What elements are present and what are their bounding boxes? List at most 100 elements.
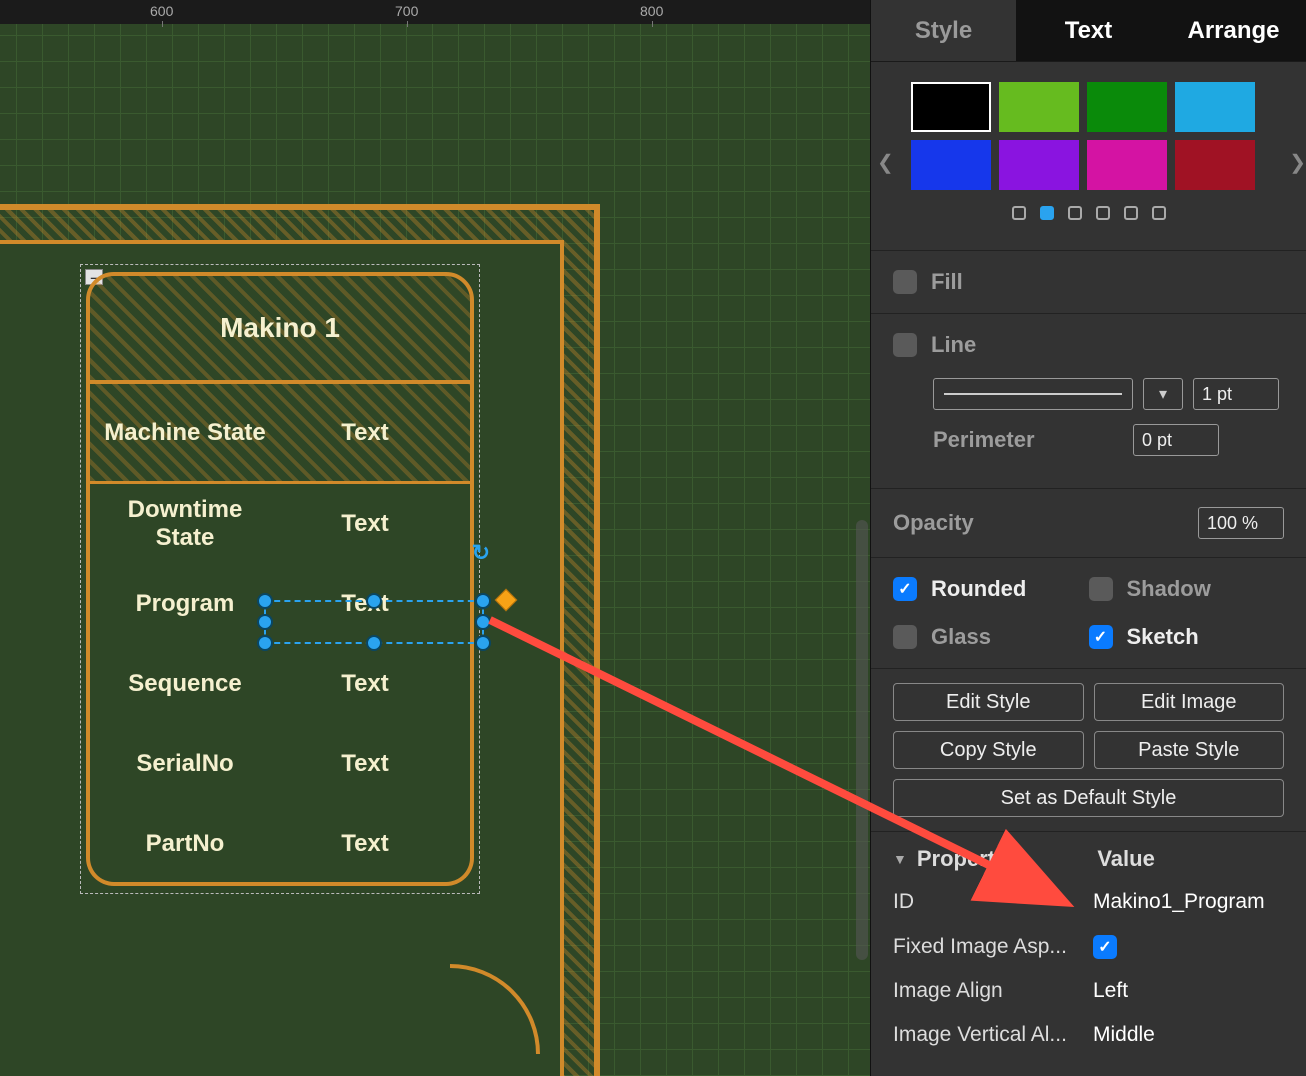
chevron-left-icon[interactable]: ❮ [877,150,894,175]
fill-checkbox[interactable] [893,270,917,294]
prop-value[interactable]: Left [1093,979,1284,1003]
row-partno[interactable]: PartNo Text [90,804,470,884]
ruler-tick: 600 [150,3,173,19]
resize-handle[interactable] [257,593,273,609]
rotate-icon[interactable]: ↻ [472,540,490,566]
default-style-button[interactable]: Set as Default Style [893,779,1284,817]
perimeter-field[interactable]: 0 pt [1133,424,1219,456]
shadow-checkbox[interactable] [1089,577,1113,601]
rounded-label: Rounded [931,576,1026,602]
property-section: ▼ Property Value ID Makino1_Program Fixe… [871,831,1306,1047]
color-swatch[interactable] [999,82,1079,132]
row-serialno[interactable]: SerialNo Text [90,724,470,804]
pager-dot[interactable] [1040,206,1054,220]
row-value[interactable]: Text [270,419,460,447]
pager-dot[interactable] [1068,206,1082,220]
paste-style-button[interactable]: Paste Style [1094,731,1285,769]
prop-value[interactable]: Makino1_Program [1093,890,1284,914]
pager-dot[interactable] [1152,206,1166,220]
line-width-field[interactable]: 1 pt [1193,378,1279,410]
color-palette: ❮ ❯ [871,62,1306,250]
prop-row-fixed-aspect[interactable]: Fixed Image Asp... ✓ [893,934,1284,959]
value-header: Value [1097,846,1154,872]
ruler-horizontal: 600 700 800 [0,0,870,24]
pager-dot[interactable] [1096,206,1110,220]
color-swatch[interactable] [911,82,991,132]
sketch-checkbox[interactable]: ✓ [1089,625,1113,649]
row-label: SerialNo [100,750,270,778]
tab-text[interactable]: Text [1016,0,1161,61]
tab-style[interactable]: Style [871,0,1016,61]
resize-handle[interactable] [475,593,491,609]
prop-label: Image Align [893,979,1093,1003]
scrollbar-vertical[interactable] [856,520,868,960]
style-flags: ✓ Rounded Shadow Glass ✓ Sketch [871,557,1306,668]
row-label: Machine State [100,419,270,447]
disclosure-triangle-icon[interactable]: ▼ [893,851,907,867]
ruler-tick: 800 [640,3,663,19]
machine-card[interactable]: Makino 1 Machine State Text Downtime Sta… [86,272,474,886]
line-label: Line [931,332,976,358]
prop-label: ID [893,890,1093,914]
selected-shape-outline[interactable]: ↻ [264,600,484,644]
glass-label: Glass [931,624,991,650]
palette-pager [881,190,1296,240]
resize-handle[interactable] [366,593,382,609]
style-buttons: Edit Style Edit Image Copy Style Paste S… [871,668,1306,831]
line-section: Line ▾ 1 pt Perimeter 0 pt [871,313,1306,488]
tab-arrange[interactable]: Arrange [1161,0,1306,61]
ruler-tick: 700 [395,3,418,19]
fill-label: Fill [931,269,963,295]
row-sequence[interactable]: Sequence Text [90,644,470,724]
line-checkbox[interactable] [893,333,917,357]
resize-handle[interactable] [475,635,491,651]
panel-tabs: Style Text Arrange [871,0,1306,62]
opacity-label: Opacity [893,510,974,536]
resize-handle[interactable] [475,614,491,630]
color-swatch[interactable] [1175,140,1255,190]
edit-style-button[interactable]: Edit Style [893,683,1084,721]
color-swatch[interactable] [999,140,1079,190]
perimeter-label: Perimeter [933,427,1123,453]
row-value[interactable]: Text [270,670,460,698]
row-label: Downtime State [100,496,270,551]
prop-label: Fixed Image Asp... [893,935,1093,959]
pager-dot[interactable] [1012,206,1026,220]
resize-handle[interactable] [366,635,382,651]
fill-section: Fill [871,250,1306,313]
drawing-canvas[interactable]: – Makino 1 Machine State Text Downtime S… [0,24,870,1076]
row-downtime-state[interactable]: Downtime State Text [90,484,470,564]
resize-handle[interactable] [257,635,273,651]
prop-row-image-align[interactable]: Image Align Left [893,979,1284,1003]
shadow-label: Shadow [1127,576,1211,602]
row-value[interactable]: Text [270,830,460,858]
card-title[interactable]: Makino 1 [86,272,474,384]
line-style-dropdown[interactable]: ▾ [1143,378,1183,410]
chevron-right-icon[interactable]: ❯ [1289,150,1306,175]
fixed-aspect-checkbox[interactable]: ✓ [1093,935,1117,959]
opacity-field[interactable]: 100 % [1198,507,1284,539]
color-swatch[interactable] [1087,82,1167,132]
prop-label: Image Vertical Al... [893,1023,1093,1047]
row-label: Program [100,590,270,618]
line-style-select[interactable] [933,378,1133,410]
row-value[interactable]: Text [270,750,460,778]
color-swatch[interactable] [911,140,991,190]
row-value[interactable]: Text [270,510,460,538]
copy-style-button[interactable]: Copy Style [893,731,1084,769]
property-header: Property [917,846,1007,872]
sketch-label: Sketch [1127,624,1199,650]
row-machine-state[interactable]: Machine State Text [90,384,470,484]
color-swatch[interactable] [1175,82,1255,132]
glass-checkbox[interactable] [893,625,917,649]
canvas-area[interactable]: 600 700 800 – Makino 1 Machine State Tex… [0,0,870,1076]
pager-dot[interactable] [1124,206,1138,220]
resize-handle[interactable] [257,614,273,630]
rounded-checkbox[interactable]: ✓ [893,577,917,601]
prop-row-image-valign[interactable]: Image Vertical Al... Middle [893,1023,1284,1047]
opacity-section: Opacity 100 % [871,488,1306,557]
prop-value[interactable]: Middle [1093,1023,1284,1047]
edit-image-button[interactable]: Edit Image [1094,683,1285,721]
prop-row-id[interactable]: ID Makino1_Program [893,890,1284,914]
color-swatch[interactable] [1087,140,1167,190]
